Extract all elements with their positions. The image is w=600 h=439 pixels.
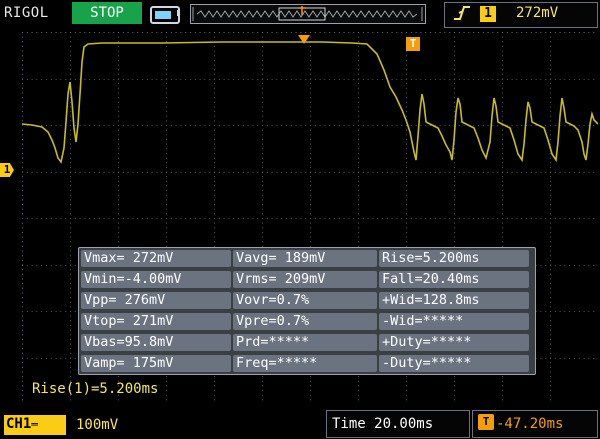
- trigger-position-icon[interactable]: [298, 30, 310, 49]
- measurement-cell: Vovr=0.7%: [233, 292, 377, 309]
- measurement-cell: Prd=*****: [233, 334, 377, 351]
- measurement-cell: Rise=5.200ms: [379, 250, 529, 267]
- run-stop-status[interactable]: STOP: [72, 2, 142, 24]
- measurement-cell: -Wid=*****: [379, 313, 529, 330]
- trigger-level-value: 272mV: [516, 5, 559, 21]
- measurement-cell: +Wid=128.8ms: [379, 292, 529, 309]
- measurement-cell: Vmin=-4.00mV: [81, 271, 231, 288]
- trigger-source-channel: 1: [480, 6, 496, 22]
- memory-depth-bar[interactable]: [190, 4, 426, 24]
- measurement-cell: Vtop= 271mV: [81, 313, 231, 330]
- measurement-cell: Fall=20.40ms: [379, 271, 529, 288]
- measurement-row: Vpp= 276mV Vovr=0.7% +Wid=128.8ms: [79, 290, 535, 311]
- memory-waveform-preview: [192, 6, 423, 21]
- measurement-cell: -Duty=*****: [379, 355, 529, 372]
- measurement-cell: Freq=*****: [233, 355, 377, 372]
- coupling-icon: ═: [31, 418, 38, 431]
- selected-measurement: Rise(1)=5.200ms: [32, 381, 159, 397]
- battery-icon: [150, 6, 180, 24]
- timebase-value: Time 20.00ms: [332, 416, 434, 432]
- measurement-cell: +Duty=*****: [379, 334, 529, 351]
- measurement-row: Vtop= 271mV Vpre=0.7% -Wid=*****: [79, 311, 535, 332]
- measurement-table: Vmax= 272mV Vavg= 189mV Rise=5.200ms Vmin=-…: [78, 247, 536, 375]
- vertical-scale[interactable]: 100mV: [76, 417, 118, 433]
- measurement-cell: Vmax= 272mV: [81, 250, 231, 267]
- rising-edge-icon: [452, 5, 472, 25]
- measurement-row: Vbas=95.8mV Prd=***** +Duty=*****: [79, 332, 535, 353]
- measurement-cell: Vamp= 175mV: [81, 355, 231, 372]
- trigger-offset-icon: T: [478, 414, 494, 430]
- battery-tip: [177, 10, 180, 16]
- measurement-row: Vmax= 272mV Vavg= 189mV Rise=5.200ms: [79, 248, 535, 269]
- measurement-cell: Vrms= 209mV: [233, 271, 377, 288]
- measurement-cell: Vpre=0.7%: [233, 313, 377, 330]
- channel1-label: CH1: [6, 416, 32, 432]
- measurement-row: Vamp= 175mV Freq=***** -Duty=*****: [79, 353, 535, 374]
- trigger-offset-value: -47.20ms: [496, 416, 564, 432]
- trigger-level-marker[interactable]: T: [406, 37, 420, 51]
- battery-level: [155, 11, 171, 19]
- measurement-cell: Vpp= 276mV: [81, 292, 231, 309]
- brand-logo: RIGOL: [4, 5, 49, 21]
- measurement-cell: Vbas=95.8mV: [81, 334, 231, 351]
- measurement-row: Vmin=-4.00mV Vrms= 209mV Fall=20.40ms: [79, 269, 535, 290]
- measurement-cell: Vavg= 189mV: [233, 250, 377, 267]
- channel1-offset-marker[interactable]: 1: [0, 163, 14, 177]
